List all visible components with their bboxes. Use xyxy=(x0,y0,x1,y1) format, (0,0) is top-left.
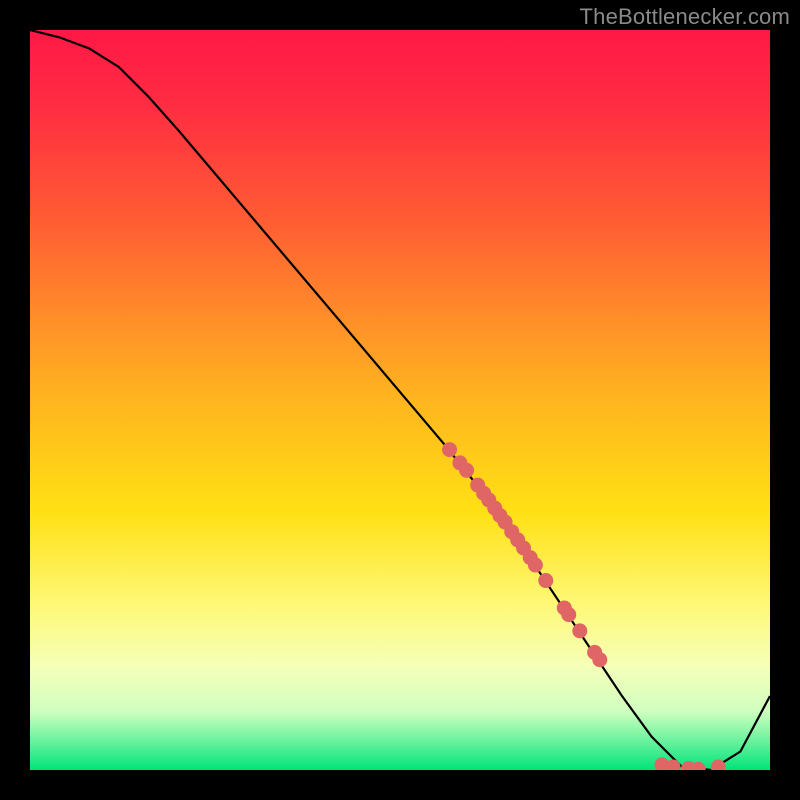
sample-point xyxy=(528,558,543,573)
chart-svg xyxy=(30,30,770,770)
sample-points-group xyxy=(442,442,726,770)
sample-point xyxy=(442,442,457,457)
sample-point xyxy=(572,623,587,638)
chart-frame: TheBottlenecker.com xyxy=(0,0,800,800)
sample-point xyxy=(459,463,474,478)
chart-plot-area xyxy=(30,30,770,770)
sample-point xyxy=(592,652,607,667)
bottleneck-curve xyxy=(30,30,770,770)
sample-point xyxy=(538,573,553,588)
watermark-text: TheBottlenecker.com xyxy=(580,4,790,30)
sample-point xyxy=(561,607,576,622)
